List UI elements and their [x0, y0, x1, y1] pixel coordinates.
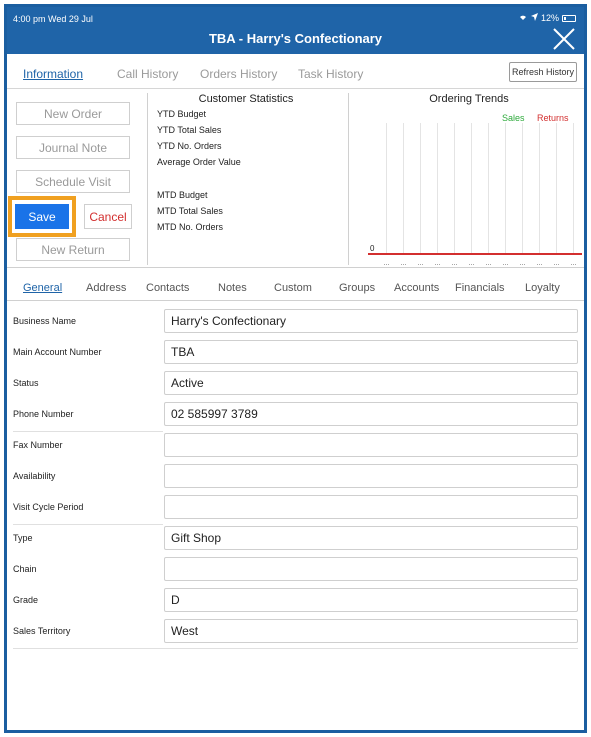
form-row-type: Type Gift Shop — [13, 526, 578, 551]
header-bar: 4:00 pm Wed 29 Jul 12% TBA - Harry's Con… — [7, 7, 584, 54]
tab-custom[interactable]: Custom — [274, 282, 312, 294]
section-divider — [7, 267, 584, 268]
form-row-phone-number: Phone Number 02 585997 3789 — [13, 402, 578, 427]
form-row-business-name: Business Name Harry's Confectionary — [13, 309, 578, 334]
cancel-button[interactable]: Cancel — [84, 204, 132, 229]
stat-mtd-budget: MTD Budget — [157, 190, 208, 200]
tab-notes[interactable]: Notes — [218, 282, 247, 294]
battery-percent: 12% — [540, 13, 559, 23]
field-label: Type — [13, 533, 33, 543]
availability-field[interactable] — [164, 464, 578, 488]
field-label: Chain — [13, 564, 37, 574]
field-label: Status — [13, 378, 39, 388]
location-icon — [530, 13, 538, 23]
field-label: Main Account Number — [13, 347, 102, 357]
form-row-main-account-number: Main Account Number TBA — [13, 340, 578, 365]
sub-tab-bar: General Address Contacts Notes Custom Gr… — [7, 277, 584, 301]
form-row-status: Status Active — [13, 371, 578, 396]
x-tick-label: ... — [554, 260, 560, 267]
status-field[interactable]: Active — [164, 371, 578, 395]
tab-contacts[interactable]: Contacts — [146, 282, 189, 294]
tab-loyalty[interactable]: Loyalty — [525, 282, 560, 294]
form-row-fax-number: Fax Number — [13, 433, 578, 458]
divider — [348, 93, 349, 265]
divider — [147, 93, 148, 265]
y-zero-label: 0 — [370, 244, 375, 253]
x-tick-label: ... — [401, 260, 407, 267]
x-tick-label: ... — [435, 260, 441, 267]
type-field[interactable]: Gift Shop — [164, 526, 578, 550]
status-time-date: 4:00 pm Wed 29 Jul — [13, 14, 93, 24]
row-separator — [13, 524, 163, 525]
stat-ytd-total-sales: YTD Total Sales — [157, 125, 222, 135]
business-name-field[interactable]: Harry's Confectionary — [164, 309, 578, 333]
x-tick-label: ... — [503, 260, 509, 267]
row-separator — [13, 431, 163, 432]
new-order-button[interactable]: New Order — [16, 102, 130, 125]
stat-mtd-total-sales: MTD Total Sales — [157, 206, 223, 216]
tab-financials[interactable]: Financials — [455, 282, 505, 294]
x-tick-label: ... — [486, 260, 492, 267]
tab-task-history[interactable]: Task History — [298, 67, 363, 81]
refresh-history-button[interactable]: Refresh History — [509, 62, 577, 82]
customer-statistics-title: Customer Statistics — [198, 93, 294, 105]
tab-call-history[interactable]: Call History — [117, 67, 178, 81]
x-tick-label: ... — [537, 260, 543, 267]
top-tab-bar: Information Call History Orders History … — [7, 54, 584, 89]
tab-accounts[interactable]: Accounts — [394, 282, 439, 294]
sales-territory-field[interactable]: West — [164, 619, 578, 643]
page-title: TBA - Harry's Confectionary — [208, 31, 383, 46]
ordering-trends-title: Ordering Trends — [429, 93, 509, 105]
stat-ytd-no-orders: YTD No. Orders — [157, 141, 222, 151]
chain-field[interactable] — [164, 557, 578, 581]
field-label: Fax Number — [13, 440, 63, 450]
tab-address[interactable]: Address — [86, 282, 126, 294]
status-indicators: 12% — [518, 13, 576, 23]
journal-note-button[interactable]: Journal Note — [16, 136, 130, 159]
stat-average-order-value: Average Order Value — [157, 157, 241, 167]
wifi-icon — [518, 13, 528, 23]
field-label: Availability — [13, 471, 56, 481]
x-tick-label: ... — [384, 260, 390, 267]
field-label: Grade — [13, 595, 39, 605]
tab-information[interactable]: Information — [23, 67, 83, 81]
form-row-chain: Chain — [13, 557, 578, 582]
close-icon[interactable] — [552, 27, 576, 51]
app-window: 4:00 pm Wed 29 Jul 12% TBA - Harry's Con… — [4, 4, 587, 733]
phone-number-field[interactable]: 02 585997 3789 — [164, 402, 578, 426]
visit-cycle-period-field[interactable] — [164, 495, 578, 519]
battery-icon — [562, 14, 576, 22]
x-tick-label: ... — [452, 260, 458, 267]
tab-orders-history[interactable]: Orders History — [200, 67, 277, 81]
row-separator — [13, 648, 578, 649]
field-label: Sales Territory — [13, 626, 71, 636]
x-tick-label: ... — [520, 260, 526, 267]
tab-general[interactable]: General — [23, 282, 62, 294]
form-row-grade: Grade D — [13, 588, 578, 613]
ordering-trends-chart: ................................. ... 0 — [368, 123, 582, 267]
save-button[interactable]: Save — [15, 204, 69, 229]
field-label: Phone Number — [13, 409, 74, 419]
main-account-number-field[interactable]: TBA — [164, 340, 578, 364]
stat-mtd-no-orders: MTD No. Orders — [157, 222, 224, 232]
stat-ytd-budget: YTD Budget — [157, 109, 207, 119]
form-row-sales-territory: Sales Territory West — [13, 619, 578, 644]
field-label: Visit Cycle Period — [13, 502, 84, 512]
x-tick-label: ... — [571, 260, 577, 267]
fax-number-field[interactable] — [164, 433, 578, 457]
x-tick-label: ... — [469, 260, 475, 267]
tab-groups[interactable]: Groups — [339, 282, 375, 294]
action-panel: New Order Journal Note Schedule Visit Sa… — [7, 90, 141, 265]
grade-field[interactable]: D — [164, 588, 578, 612]
form-row-availability: Availability — [13, 464, 578, 489]
schedule-visit-button[interactable]: Schedule Visit — [16, 170, 130, 193]
new-return-button[interactable]: New Return — [16, 238, 130, 261]
x-tick-label: ... — [418, 260, 424, 267]
field-label: Business Name — [13, 316, 77, 326]
form-row-visit-cycle-period: Visit Cycle Period — [13, 495, 578, 520]
